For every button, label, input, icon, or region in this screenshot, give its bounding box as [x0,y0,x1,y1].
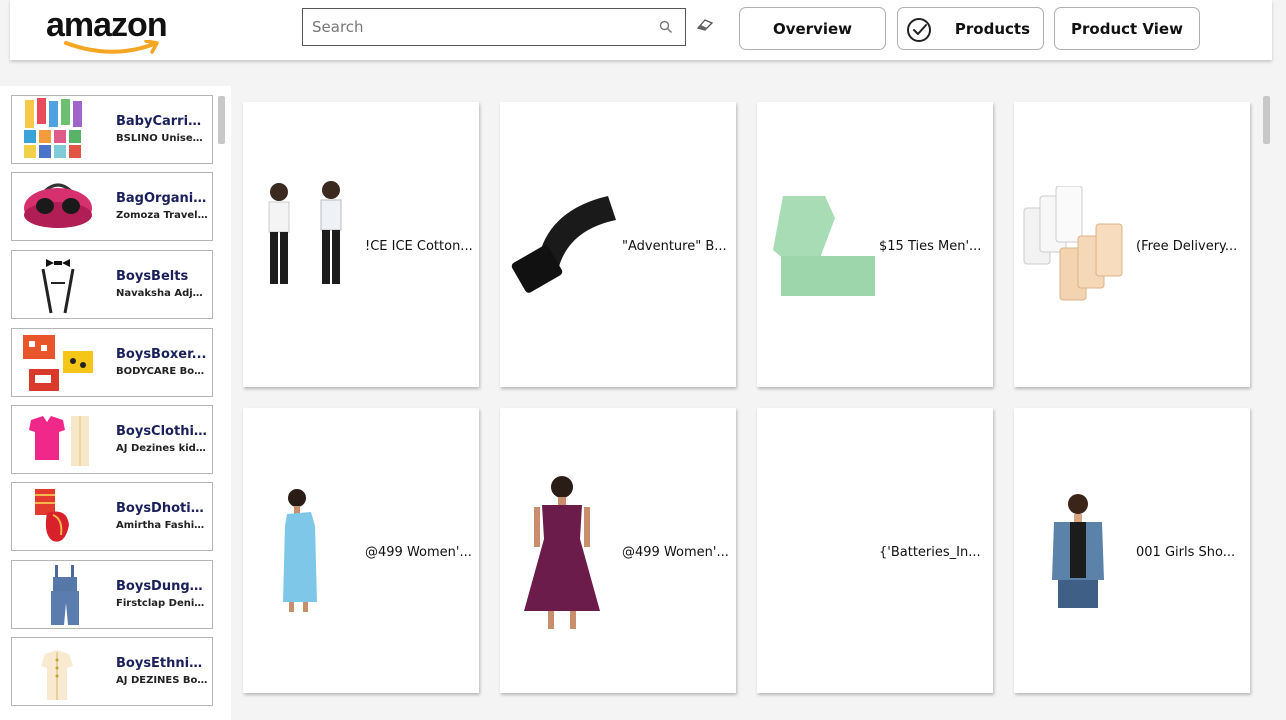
kids-tshirt-image [268,181,342,284]
product-view-button[interactable]: Product View [1054,7,1200,50]
denim-vest-image [1052,494,1104,608]
product-card[interactable]: "Adventure" B... [500,102,736,387]
product-card[interactable]: @499 Women'... [243,408,479,693]
check-circle-icon [907,18,931,42]
ethnic-wear-thumbnail [41,650,73,700]
sidebar-product-name: Navaksha Adjus... [116,288,208,299]
product-title: "Adventure" B... [622,239,727,254]
product-card[interactable]: @499 Women'... [500,408,736,693]
socks-thumbnail [24,98,82,158]
product-title: {'Batteries_In... [879,545,981,560]
products-label: Products [954,19,1030,38]
shirt-thumbnail [29,416,89,466]
sidebar-category: BabyCarrie... [116,114,208,129]
belt-image [511,196,616,293]
product-title: @499 Women'... [365,545,472,560]
product-card[interactable]: $15 Ties Men'... [757,102,993,387]
sidebar-item[interactable]: BoysDunga... Firstclap Denim... [11,560,213,629]
sidebar-category: BoysDhotis... [116,501,208,516]
search-box [302,8,686,46]
smile-arrow-icon [64,40,159,54]
sidebar-item[interactable]: BoysClothi... AJ Dezines kids... [11,405,213,474]
eraser-icon[interactable] [696,18,714,32]
product-grid: !CE ICE Cotton... "Adventure" B... $15 T… [233,86,1273,720]
sidebar-product-name: Firstclap Denim... [116,598,208,609]
boxers-thumbnail [23,335,93,391]
purple-dress-image [524,476,600,629]
product-card[interactable]: {'Batteries_In... [757,408,993,693]
sidebar-item[interactable]: BoysBelts Navaksha Adjus... [11,250,213,319]
sidebar-item[interactable]: BoysEthnic... AJ DEZINES Bo... [11,637,213,706]
sidebar-product-name: AJ Dezines kids... [116,443,208,454]
overview-label: Overview [772,19,853,38]
sidebar-category: BoysBelts [116,269,189,284]
dungaree-thumbnail [51,565,79,625]
sidebar-product-name: BODYCARE Box... [116,366,208,377]
blue-dress-image [283,489,317,612]
sidebar-category: BoysBoxer... [116,347,207,362]
product-title: 001 Girls Sho... [1136,545,1236,560]
grid-scrollbar[interactable] [1263,96,1270,144]
products-button[interactable]: Products [897,7,1044,50]
sidebar-scrollbar[interactable] [218,96,225,144]
sidebar-product-name: AJ DEZINES Bo... [116,675,208,686]
product-title: $15 Ties Men'... [879,239,982,254]
product-card[interactable]: 001 Girls Sho... [1014,408,1250,693]
product-card[interactable]: !CE ICE Cotton... [243,102,479,387]
header-bar: amazon Overview Products [10,0,1272,60]
suspenders-thumbnail [41,259,75,314]
sidebar-category: BagOrganiz... [116,191,208,206]
bag-organizer-thumbnail [24,183,92,228]
sidebar-category: BoysEthnic... [116,656,208,671]
sidebar-item[interactable]: BagOrganiz... Zomoza Travel ... [11,172,213,241]
product-card[interactable]: (Free Delivery... [1014,102,1250,387]
sidebar-item[interactable]: BabyCarrie... BSLINO Unisex ... [11,95,213,164]
sidebar-category: BoysClothi... [116,424,208,439]
sidebar-item[interactable]: BoysBoxer... BODYCARE Box... [11,328,213,397]
product-title: !CE ICE Cotton... [365,239,473,254]
product-view-label: Product View [1071,19,1183,38]
tie-image [773,196,875,296]
sidebar-category: BoysDunga... [116,579,208,594]
dhoti-set-thumbnail [35,489,69,542]
amazon-logo[interactable]: amazon [46,6,186,56]
search-icon[interactable] [659,20,673,34]
bra-extender-image [1023,186,1123,301]
sidebar-product-name: Zomoza Travel ... [116,210,208,221]
search-input[interactable] [303,9,643,45]
category-sidebar: BabyCarrie... BSLINO Unisex ... BagOrgan… [0,86,231,720]
sidebar-product-name: BSLINO Unisex ... [116,133,208,144]
product-title: @499 Women'... [622,545,729,560]
product-title: (Free Delivery... [1136,239,1238,254]
sidebar-item[interactable]: BoysDhotis... Amirtha Fashio... [11,482,213,551]
app-root: amazon Overview Products [0,0,1286,720]
overview-button[interactable]: Overview [739,7,886,50]
sidebar-product-name: Amirtha Fashio... [116,520,208,531]
